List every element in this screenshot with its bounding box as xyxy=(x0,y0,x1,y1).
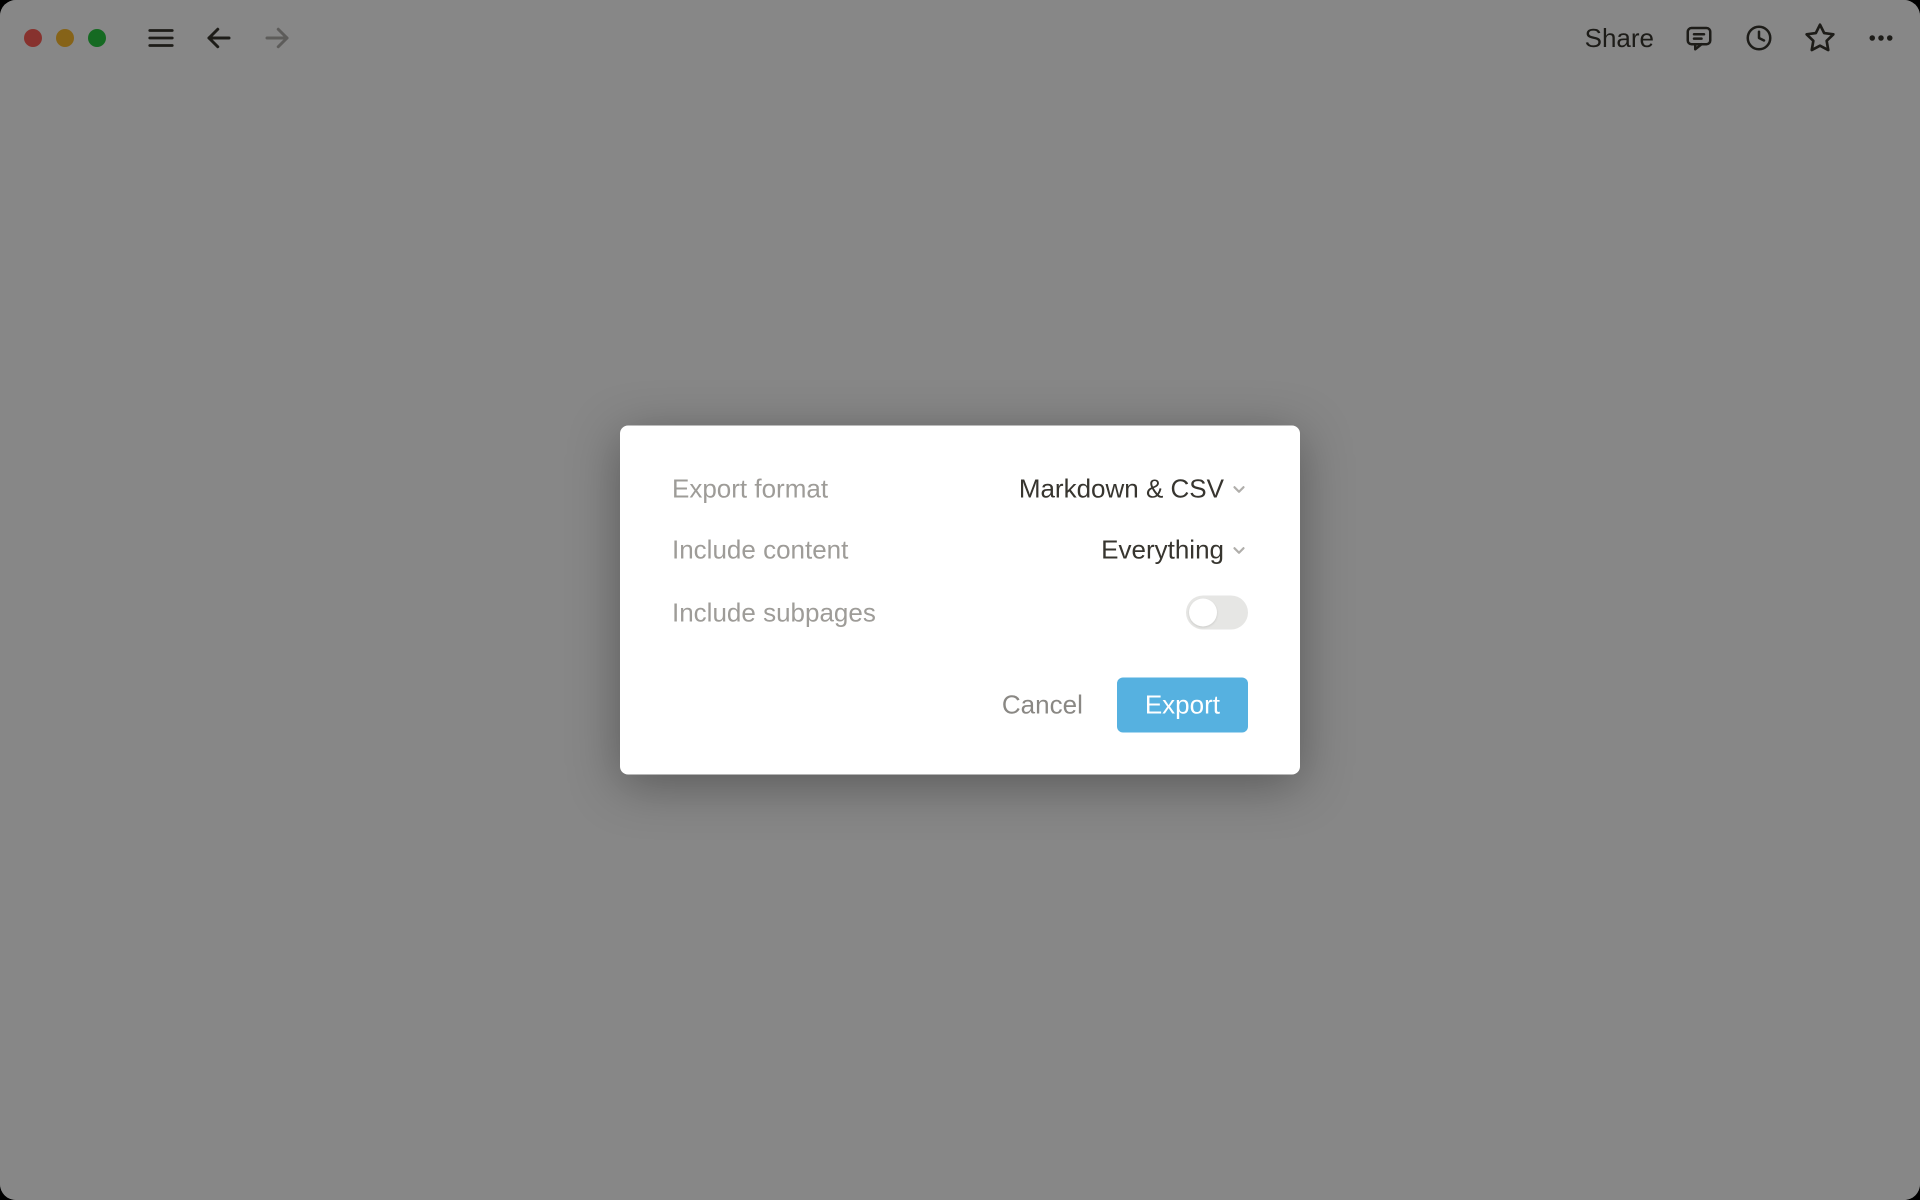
export-button[interactable]: Export xyxy=(1117,678,1248,733)
export-format-row: Export format Markdown & CSV xyxy=(672,474,1248,505)
export-format-label: Export format xyxy=(672,474,828,505)
include-content-row: Include content Everything xyxy=(672,535,1248,566)
include-content-value: Everything xyxy=(1101,535,1224,566)
include-subpages-label: Include subpages xyxy=(672,597,876,628)
export-dialog: Export format Markdown & CSV Include con… xyxy=(620,426,1300,775)
include-content-select[interactable]: Everything xyxy=(1101,535,1248,566)
toggle-thumb xyxy=(1189,599,1217,627)
dialog-actions: Cancel Export xyxy=(672,678,1248,733)
cancel-button[interactable]: Cancel xyxy=(1002,690,1083,721)
export-format-select[interactable]: Markdown & CSV xyxy=(1019,474,1248,505)
app-window: Share xyxy=(0,0,1920,1200)
chevron-down-icon xyxy=(1230,480,1248,498)
include-subpages-row: Include subpages xyxy=(672,596,1248,630)
include-content-label: Include content xyxy=(672,535,848,566)
export-format-value: Markdown & CSV xyxy=(1019,474,1224,505)
include-subpages-toggle[interactable] xyxy=(1186,596,1248,630)
chevron-down-icon xyxy=(1230,541,1248,559)
